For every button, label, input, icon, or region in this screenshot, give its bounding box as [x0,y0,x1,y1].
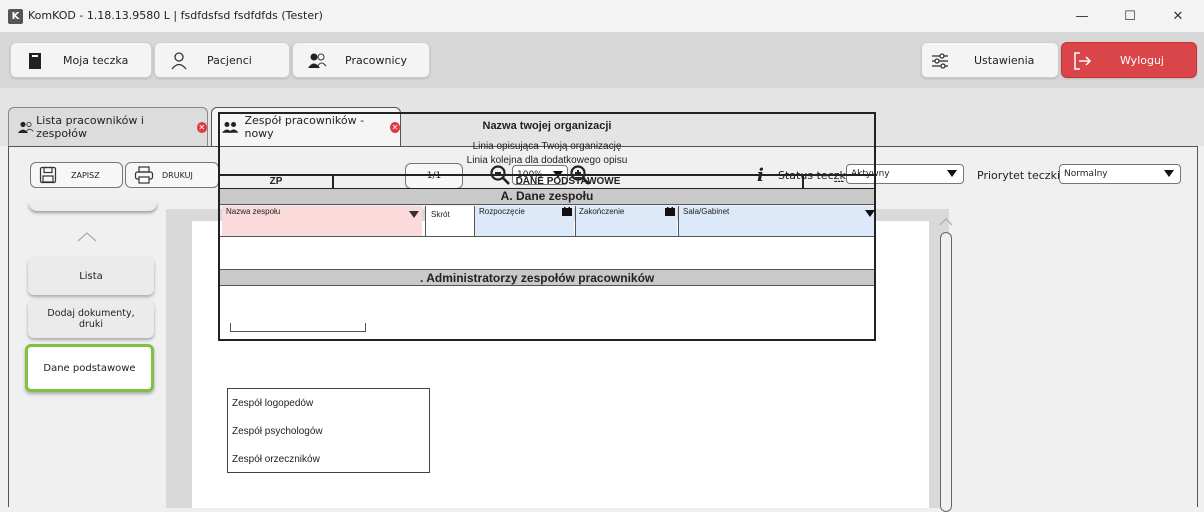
priority-value: Normalny [1064,169,1108,179]
start-date-label: Rozpoczęcie [479,207,525,216]
section-a-title: A. Dane zespołu [220,189,874,205]
floppy-disk-icon [39,166,57,184]
chevron-down-icon [1164,170,1174,177]
dropdown-option[interactable]: Zespół psychologów [228,417,429,445]
save-label: ZAPISZ [71,170,100,180]
calendar-icon[interactable] [665,207,675,216]
dropdown-option[interactable]: Zespół logopedów [228,389,429,417]
calendar-icon[interactable] [562,207,572,216]
nav-pacjenci-button[interactable]: Pacjenci [154,42,290,78]
print-label: DRUKUJ [162,170,193,180]
sidebar-scroll-shadow [29,202,157,211]
chevron-up-icon[interactable] [939,217,953,227]
title-bar: K KomKOD - 1.18.13.9580 L | fsdfdsfsd fs… [0,0,1204,32]
header-title: DANE PODSTAWOWE [515,176,621,187]
tab-lista-pracownikow[interactable]: Lista pracowników i zespołów ✕ [8,107,208,146]
maximize-button[interactable]: ☐ [1110,4,1150,28]
short-name-label: Skrót [431,210,450,219]
chevron-down-icon [865,210,875,217]
room-label: Sala/Gabinet [683,207,730,216]
logout-button[interactable]: Wyloguj [1061,42,1197,78]
nav-pracownicy-button[interactable]: Pracownicy [292,42,430,78]
nav-pacjenci-label: Pacjenci [207,54,252,67]
minimize-button[interactable]: — [1062,4,1102,28]
room-select[interactable]: Sala/Gabinet [678,206,875,236]
top-navigation: Moja teczka Pacjenci Pracownicy Ustawien… [0,32,1204,88]
app-logo-icon: K [8,9,23,24]
sidebar-item-lista[interactable]: Lista [28,257,154,295]
form-table: Nazwa twojej organizacji Linia opisująca… [218,112,876,341]
sidebar-item-dodaj-dokumenty[interactable]: Dodaj dokumenty, druki [28,300,154,338]
chevron-down-icon [947,170,957,177]
chevron-down-icon [409,211,419,218]
end-date-label: Zakończenie [579,207,625,216]
chevron-up-icon[interactable] [76,231,98,243]
end-date-field[interactable]: Zakończenie [575,206,677,236]
divider [220,236,874,237]
team-name-label: Nazwa zespołu [226,207,281,216]
nav-ustawienia-button[interactable]: Ustawienia [921,42,1059,78]
org-line1: Linia opisująca Twoją organizację [472,141,622,152]
org-name: Nazwa twojej organizacji [482,120,612,132]
short-name-field[interactable]: Skrót [425,206,474,236]
vertical-scrollbar[interactable] [940,232,952,512]
logout-icon [1074,52,1092,70]
close-window-button[interactable]: ✕ [1158,4,1198,28]
printer-icon [134,166,154,184]
logout-label: Wyloguj [1120,54,1164,67]
start-date-field[interactable]: Rozpoczęcie [474,206,574,236]
nav-moja-teczka-label: Moja teczka [63,54,129,67]
nav-ustawienia-label: Ustawienia [974,54,1035,67]
print-button[interactable]: DRUKUJ [125,162,219,188]
person-icon [171,52,187,70]
close-tab-icon[interactable]: ✕ [196,121,207,133]
save-button[interactable]: ZAPISZ [30,162,123,188]
people-icon [308,53,327,68]
section-b-title: . Administratorzy zespołów pracowników [420,271,655,285]
priority-label: Priorytet teczki: [977,169,1064,182]
nav-pracownicy-label: Pracownicy [345,54,408,67]
header-right: --- [834,176,844,187]
admin-field[interactable] [230,323,366,332]
sidebar-item-dane-podstawowe[interactable]: Dane podstawowe [25,344,154,392]
team-name-dropdown: Zespół logopedów Zespół psychologów Zesp… [227,388,430,473]
header-zp: ZP [269,176,283,187]
nav-moja-teczka-button[interactable]: Moja teczka [10,42,152,78]
people-icon [17,121,34,133]
window-title: KomKOD - 1.18.13.9580 L | fsdfdsfsd fsdf… [28,9,323,22]
sliders-icon [932,53,948,69]
tab-label: Lista pracowników i zespołów [36,114,144,140]
dropdown-option[interactable]: Zespół orzeczników [228,445,429,473]
team-name-select[interactable]: Nazwa zespołu [222,206,422,236]
folder-book-icon [29,53,41,69]
org-line2: Linia kolejna dla dodatkowego opisu [466,155,628,166]
priority-select[interactable]: Normalny [1059,164,1181,184]
